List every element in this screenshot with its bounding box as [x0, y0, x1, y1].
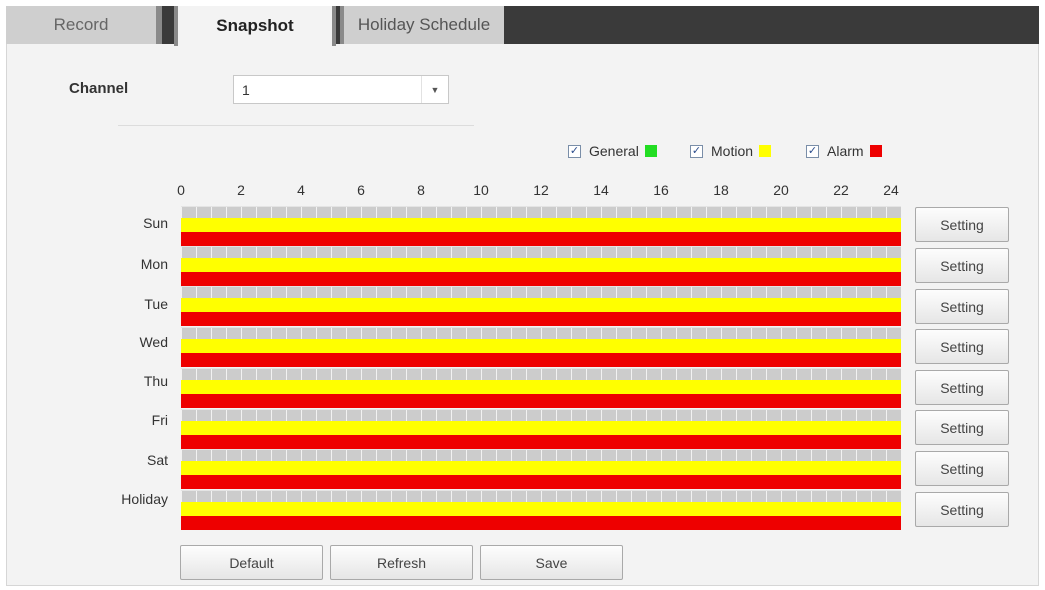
alarm-bar[interactable] [181, 272, 901, 286]
hour-label: 6 [357, 182, 365, 198]
legend-general-label: General [589, 143, 639, 159]
hour-label: 20 [773, 182, 789, 198]
schedule-row-thu[interactable] [181, 368, 901, 408]
day-label-mon: Mon [140, 256, 168, 272]
alarm-checkbox[interactable]: ✓ [806, 144, 819, 158]
setting-button-tue[interactable]: Setting [915, 289, 1009, 324]
setting-button-sun[interactable]: Setting [915, 207, 1009, 242]
setting-button-wed[interactable]: Setting [915, 329, 1009, 364]
general-track[interactable] [181, 286, 901, 298]
schedule-row-sun[interactable] [181, 206, 901, 246]
save-button[interactable]: Save [480, 545, 623, 580]
legend-general: ✓ General [568, 143, 657, 159]
day-label-wed: Wed [139, 334, 168, 350]
day-label-sat: Sat [146, 452, 168, 468]
schedule-row-sat[interactable] [181, 449, 901, 489]
default-button[interactable]: Default [180, 545, 323, 580]
channel-label: Channel [69, 80, 129, 97]
channel-select[interactable]: 1 ▼ [233, 75, 449, 104]
alarm-bar[interactable] [181, 435, 901, 449]
tab-record[interactable]: Record [6, 6, 162, 44]
day-label-thu: Thu [143, 373, 168, 389]
motion-bar[interactable] [181, 339, 901, 353]
general-track[interactable] [181, 206, 901, 218]
schedule-row-fri[interactable] [181, 409, 901, 449]
schedule-row-wed[interactable] [181, 327, 901, 367]
alarm-bar[interactable] [181, 394, 901, 408]
general-track[interactable] [181, 449, 901, 461]
schedule-row-mon[interactable] [181, 246, 901, 286]
setting-button-thu[interactable]: Setting [915, 370, 1009, 405]
hour-label: 4 [297, 182, 305, 198]
motion-color-swatch [759, 145, 772, 157]
setting-button-holiday[interactable]: Setting [915, 492, 1009, 527]
legend-motion: ✓ Motion [690, 143, 772, 159]
general-track[interactable] [181, 409, 901, 421]
motion-bar[interactable] [181, 461, 901, 475]
motion-bar[interactable] [181, 421, 901, 435]
tab-holiday-schedule[interactable]: Holiday Schedule [340, 6, 504, 44]
hour-label: 22 [833, 182, 849, 198]
setting-button-sat[interactable]: Setting [915, 451, 1009, 486]
hour-label: 24 [883, 182, 899, 198]
general-checkbox[interactable]: ✓ [568, 144, 581, 158]
hour-label: 14 [593, 182, 609, 198]
day-label-fri: Fri [151, 412, 168, 428]
hour-label: 0 [177, 182, 185, 198]
legend-alarm-label: Alarm [827, 143, 864, 159]
alarm-bar[interactable] [181, 516, 901, 530]
general-track[interactable] [181, 368, 901, 380]
motion-bar[interactable] [181, 218, 901, 232]
hour-label: 18 [713, 182, 729, 198]
motion-checkbox[interactable]: ✓ [690, 144, 703, 158]
alarm-color-swatch [869, 145, 882, 157]
motion-bar[interactable] [181, 380, 901, 394]
hour-label: 2 [237, 182, 245, 198]
general-track[interactable] [181, 246, 901, 258]
setting-button-mon[interactable]: Setting [915, 248, 1009, 283]
motion-bar[interactable] [181, 258, 901, 272]
day-label-tue: Tue [144, 296, 168, 312]
hour-label: 10 [473, 182, 489, 198]
alarm-bar[interactable] [181, 475, 901, 489]
general-track[interactable] [181, 490, 901, 502]
divider [118, 125, 474, 126]
chevron-down-icon[interactable]: ▼ [421, 76, 448, 103]
day-label-sun: Sun [143, 215, 168, 231]
refresh-button[interactable]: Refresh [330, 545, 473, 580]
general-track[interactable] [181, 327, 901, 339]
hour-label: 8 [417, 182, 425, 198]
hour-label: 16 [653, 182, 669, 198]
day-label-holiday: Holiday [121, 491, 168, 507]
legend-motion-label: Motion [711, 143, 754, 159]
motion-bar[interactable] [181, 502, 901, 516]
alarm-bar[interactable] [181, 312, 901, 326]
general-color-swatch [644, 145, 657, 157]
alarm-bar[interactable] [181, 232, 901, 246]
alarm-bar[interactable] [181, 353, 901, 367]
motion-bar[interactable] [181, 298, 901, 312]
channel-select-value: 1 [242, 81, 250, 98]
schedule-row-tue[interactable] [181, 286, 901, 326]
schedule-timeline[interactable] [181, 206, 901, 530]
schedule-row-holiday[interactable] [181, 490, 901, 530]
legend-alarm: ✓ Alarm [806, 143, 882, 159]
setting-button-fri[interactable]: Setting [915, 410, 1009, 445]
tab-snapshot[interactable]: Snapshot [174, 6, 336, 46]
hour-label: 12 [533, 182, 549, 198]
